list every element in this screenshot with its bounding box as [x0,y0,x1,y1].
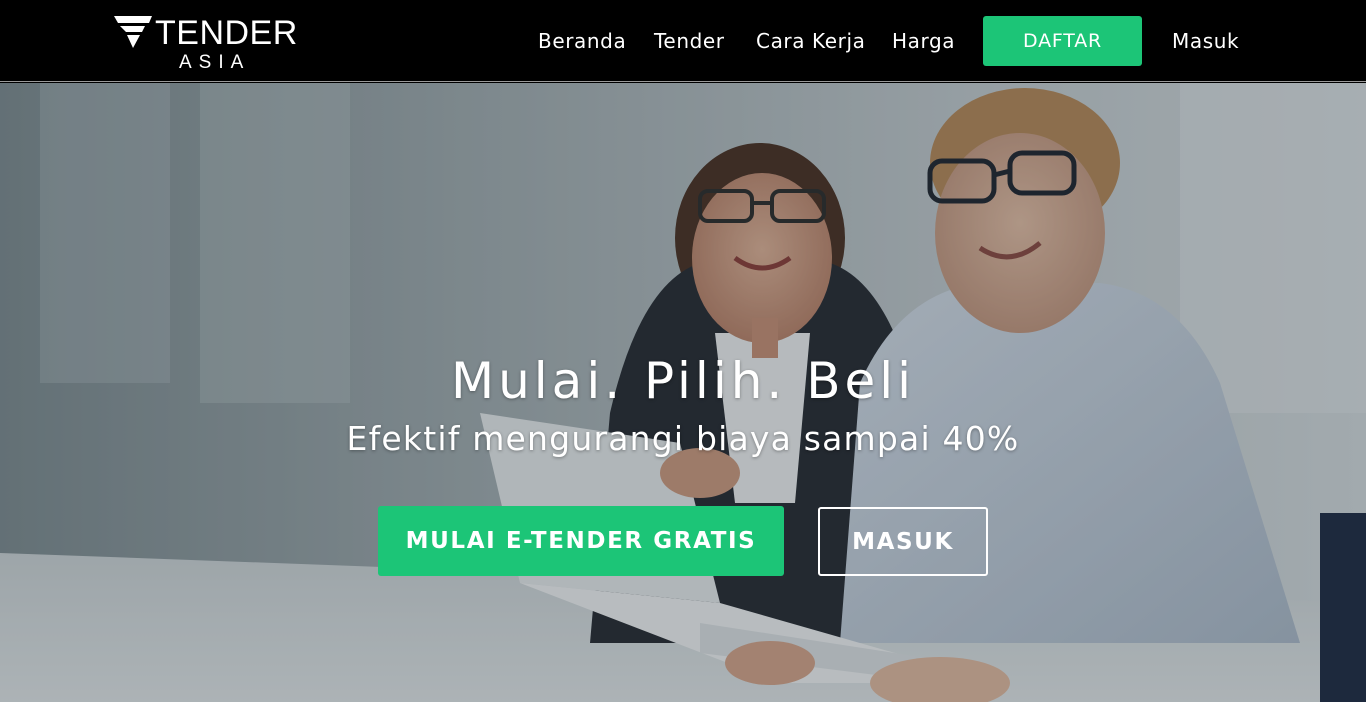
tender-asia-logo[interactable]: TENDER ASIA [114,14,314,76]
logo-subtitle: ASIA [179,52,251,73]
logo-wordmark: TENDER [155,14,298,52]
nav-link-beranda[interactable]: Beranda [538,28,626,54]
nav-link-tender[interactable]: Tender [654,28,725,54]
hero-title: Mulai. Pilih. Beli [450,352,916,410]
nav-link-harga[interactable]: Harga [892,28,955,54]
signup-button[interactable]: DAFTAR [983,16,1142,66]
hero-subtitle: Efektif mengurangi biaya sampai 40% [346,419,1020,458]
nav-login-link[interactable]: Masuk [1172,28,1239,54]
start-free-etender-button[interactable]: MULAI E-TENDER GRATIS [378,506,784,576]
tender-logo-mark-icon [114,16,152,48]
hero-login-button[interactable]: MASUK [818,507,988,576]
hero-section: Mulai. Pilih. Beli Efektif mengurangi bi… [0,83,1366,702]
nav-link-cara-kerja[interactable]: Cara Kerja [756,28,866,54]
top-navbar: TENDER ASIA Beranda Tender Cara Kerja Ha… [0,0,1366,82]
